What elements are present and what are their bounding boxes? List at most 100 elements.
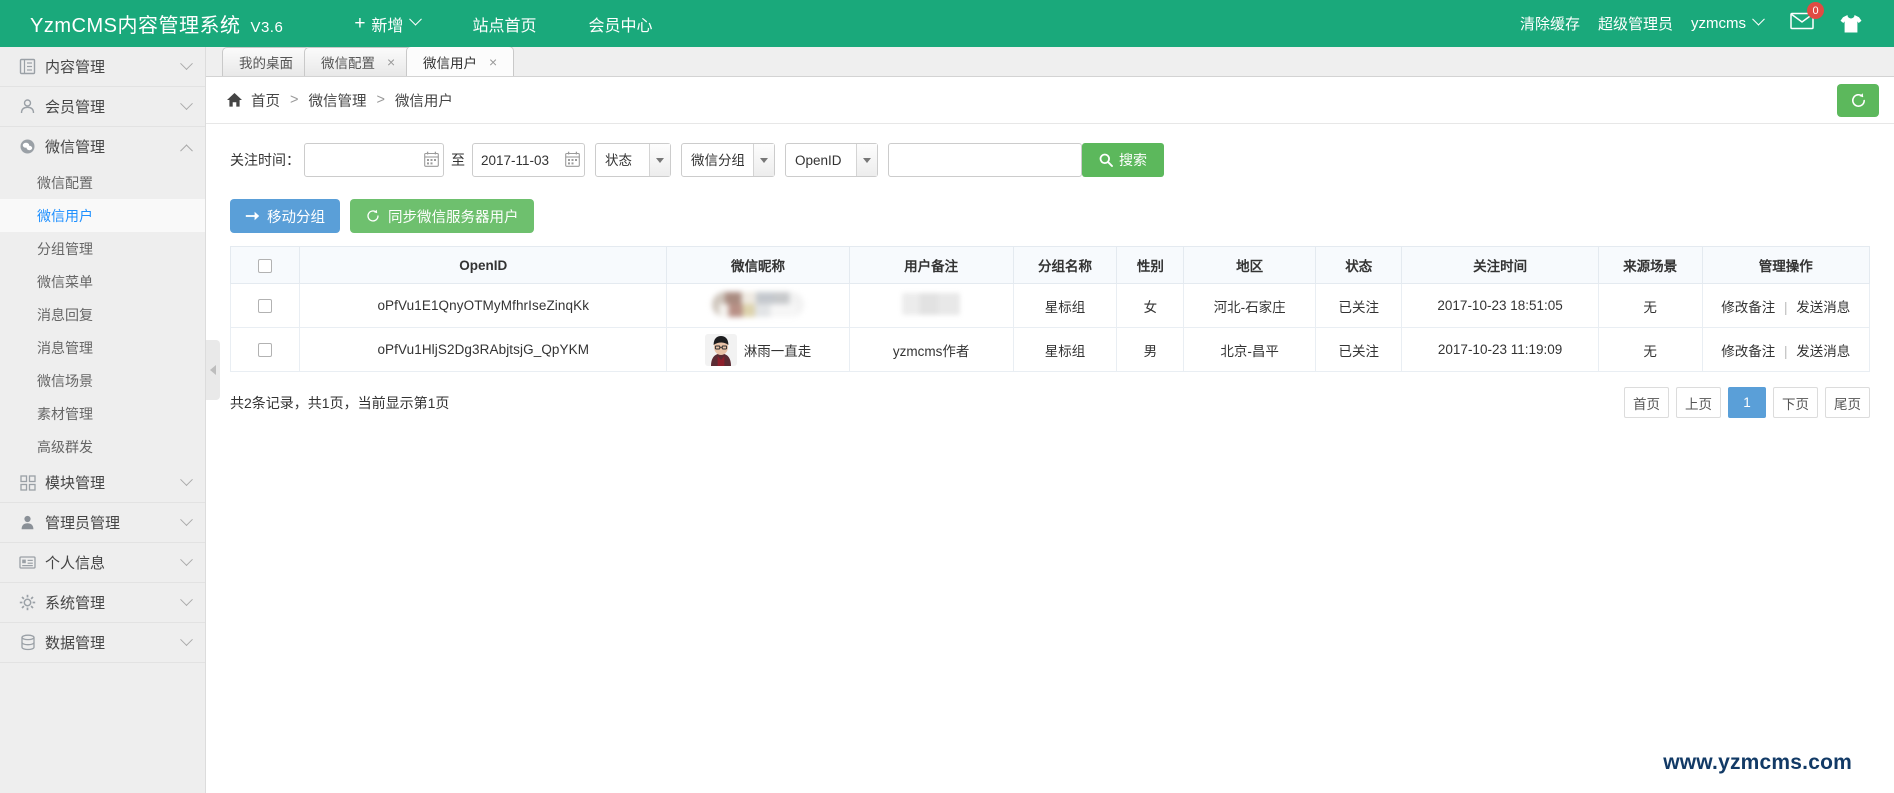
plus-icon: + [354,13,365,35]
table-footer: 共2条记录，共1页，当前显示第1页 首页 上页 1 下页 尾页 [230,387,1870,418]
td-nickname [667,284,849,328]
sidebar-group-admin[interactable]: 管理员管理 [0,503,205,542]
topnav-item-member-center[interactable]: 会员中心 [562,0,678,47]
page-last-button[interactable]: 尾页 [1825,387,1870,418]
sidebar-group-member[interactable]: 会员管理 [0,87,205,126]
page-first-button[interactable]: 首页 [1624,387,1669,418]
user-menu[interactable]: yzmcms [1682,15,1772,32]
brand-logo[interactable]: YzmCMS内容管理系统 V3.6 [0,9,283,38]
chevron-down-icon [1752,13,1765,26]
select-all-checkbox[interactable] [258,259,272,273]
status-select-wrapper: 状态 [595,143,671,177]
sidebar-group-data[interactable]: 数据管理 [0,623,205,662]
table-header-row: OpenID 微信昵称 用户备注 分组名称 性别 地区 状态 关注时间 来源场景… [231,247,1870,284]
tab-wechat-config[interactable]: 微信配置 × [304,47,412,76]
keyword-input[interactable] [888,143,1082,177]
topnav-item-site-home[interactable]: 站点首页 [446,0,562,47]
arrow-right-icon [245,210,260,222]
top-header: YzmCMS内容管理系统 V3.6 + 新增 站点首页 会员中心 清除缓存 超级… [0,0,1894,47]
th-openid: OpenID [300,247,667,284]
breadcrumb-item-wechat-manage[interactable]: 微信管理 [308,90,366,111]
sidebar-group-content[interactable]: 内容管理 [0,47,205,86]
divider [0,662,205,663]
row-checkbox[interactable] [258,343,272,357]
table-toolbar: 移动分组 同步微信服务器用户 [230,199,1870,233]
breadcrumb: 首页 > 微信管理 > 微信用户 [206,77,1894,124]
message-button[interactable]: 0 [1772,12,1830,35]
follow-time-label: 关注时间： [230,150,300,170]
refresh-icon [1849,91,1868,110]
sidebar-group-module[interactable]: 模块管理 [0,463,205,502]
th-nickname: 微信昵称 [667,247,849,284]
page-number-1[interactable]: 1 [1728,387,1766,418]
chevron-down-icon [180,57,193,70]
td-operations: 修改备注 | 发送消息 [1702,328,1869,372]
edit-remark-link[interactable]: 修改备注 [1721,300,1775,315]
blurred-nickname [712,292,804,317]
content-area: 关注时间： 至 [206,124,1894,418]
sidebar-item-material-manage[interactable]: 素材管理 [0,397,205,430]
sidebar-group-system[interactable]: 系统管理 [0,583,205,622]
chevron-up-icon [180,144,193,157]
td-status: 已关注 [1315,328,1402,372]
sidebar-item-wechat-config[interactable]: 微信配置 [0,166,205,199]
gear-icon [18,593,37,612]
sidebar-item-label: 微信场景 [37,371,93,391]
database-icon [18,633,37,652]
sidebar-item-wechat-user[interactable]: 微信用户 [0,199,205,232]
tab-bar: 我的桌面 微信配置 × 微信用户 × [206,47,1894,77]
search-button[interactable]: 搜索 [1082,143,1164,177]
date-end-input[interactable] [472,143,585,177]
td-gender: 男 [1117,328,1184,372]
operation-divider: | [1784,300,1788,315]
sidebar-item-message-manage[interactable]: 消息管理 [0,331,205,364]
date-start-wrapper [304,143,444,177]
sync-wechat-users-button[interactable]: 同步微信服务器用户 [350,199,534,233]
sidebar-item-mass-send[interactable]: 高级群发 [0,430,205,463]
breadcrumb-separator: > [376,92,384,108]
td-group: 星标组 [1013,328,1117,372]
refresh-button[interactable] [1837,84,1879,117]
sidebar-item-wechat-scene[interactable]: 微信场景 [0,364,205,397]
tab-my-desktop[interactable]: 我的桌面 [222,47,310,76]
theme-button[interactable] [1830,14,1872,34]
th-operations: 管理操作 [1702,247,1869,284]
date-start-input[interactable] [304,143,444,177]
group-select[interactable]: 微信分组 [681,143,775,177]
close-icon[interactable]: × [387,55,395,69]
send-message-link[interactable]: 发送消息 [1796,344,1850,359]
sidebar-collapse-handle[interactable] [206,340,220,400]
sidebar-group-label: 模块管理 [45,472,182,493]
th-gender: 性别 [1117,247,1184,284]
page-next-button[interactable]: 下页 [1773,387,1818,418]
top-right-area: 清除缓存 超级管理员 yzmcms 0 [1511,0,1894,47]
user-solid-icon [18,513,37,532]
row-checkbox[interactable] [258,299,272,313]
td-group: 星标组 [1013,284,1117,328]
sidebar-item-group-manage[interactable]: 分组管理 [0,232,205,265]
page-prev-button[interactable]: 上页 [1676,387,1721,418]
sidebar-item-wechat-menu[interactable]: 微信菜单 [0,265,205,298]
username-label: yzmcms [1691,15,1746,32]
clear-cache-button[interactable]: 清除缓存 [1511,13,1589,34]
th-select-all [231,247,300,284]
move-group-button[interactable]: 移动分组 [230,199,340,233]
sidebar-group-wechat[interactable]: 微信管理 [0,127,205,166]
tab-wechat-user[interactable]: 微信用户 × [406,46,514,76]
close-icon[interactable]: × [489,55,497,69]
sidebar-item-message-reply[interactable]: 消息回复 [0,298,205,331]
td-scene: 无 [1598,328,1702,372]
breadcrumb-item-home[interactable]: 首页 [251,90,280,111]
td-nickname: 淋雨一直走 [667,328,849,372]
sidebar-group-profile[interactable]: 个人信息 [0,543,205,582]
status-select[interactable]: 状态 [595,143,671,177]
search-button-label: 搜索 [1119,150,1147,170]
edit-remark-link[interactable]: 修改备注 [1721,344,1775,359]
send-message-link[interactable]: 发送消息 [1796,300,1850,315]
field-select[interactable]: OpenID [785,143,878,177]
tab-label: 我的桌面 [239,52,293,72]
topnav-item-add[interactable]: + 新增 [328,0,446,47]
sidebar: 内容管理 会员管理 微信管理 微信配置 微信用户 分组管理 微信菜单 消息 [0,47,206,793]
td-operations: 修改备注 | 发送消息 [1702,284,1869,328]
chevron-down-icon [180,553,193,566]
